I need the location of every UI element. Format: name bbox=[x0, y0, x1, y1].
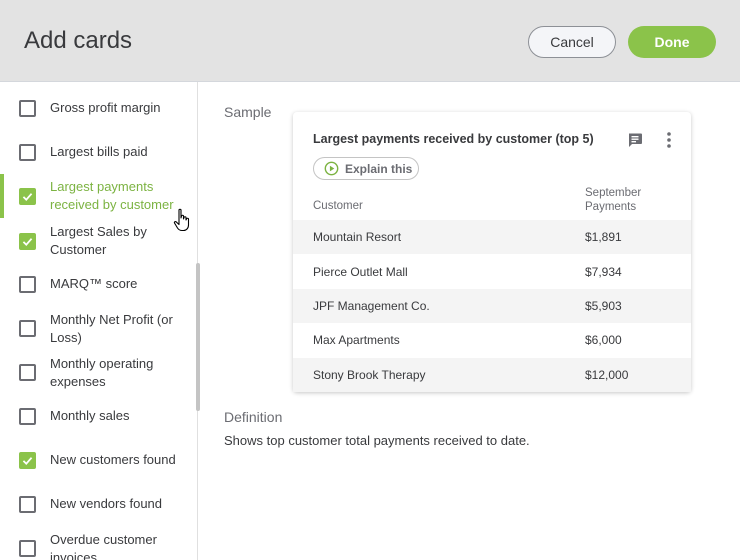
card-option-label: Largest bills paid bbox=[50, 144, 148, 159]
card-option-overdue-customer-invoices[interactable]: Overdue customer invoices bbox=[0, 527, 196, 560]
customer-cell: Pierce Outlet Mall bbox=[313, 265, 408, 279]
checkbox[interactable] bbox=[19, 496, 36, 513]
explain-this-label: Explain this bbox=[345, 161, 413, 176]
play-circle-icon bbox=[324, 161, 339, 176]
column-header-payments: September Payments bbox=[585, 187, 642, 213]
done-button[interactable]: Done bbox=[628, 26, 716, 58]
checkbox[interactable] bbox=[19, 144, 36, 161]
amount-cell: $7,934 bbox=[585, 265, 622, 279]
card-option-label: Monthly operating expenses bbox=[50, 356, 154, 389]
cancel-button[interactable]: Cancel bbox=[528, 26, 616, 58]
checkbox[interactable] bbox=[19, 408, 36, 425]
card-option-label: Largest payments received by customer bbox=[50, 179, 174, 212]
table-row: Stony Brook Therapy $12,000 bbox=[293, 358, 691, 392]
card-option-label: New customers found bbox=[50, 452, 176, 467]
definition-text: Shows top customer total payments receiv… bbox=[224, 433, 530, 448]
table-row: Mountain Resort $1,891 bbox=[293, 220, 691, 254]
card-option-label: Monthly sales bbox=[50, 408, 130, 423]
amount-cell: $1,891 bbox=[585, 230, 622, 244]
table-row: Pierce Outlet Mall $7,934 bbox=[293, 255, 691, 289]
dialog-header: Add cards Cancel Done bbox=[0, 0, 740, 82]
card-option-largest-payments-received[interactable]: Largest payments received by customer bbox=[0, 174, 196, 218]
explain-this-button[interactable]: Explain this bbox=[313, 157, 419, 180]
comment-icon[interactable] bbox=[627, 132, 643, 148]
checkbox[interactable] bbox=[19, 540, 36, 557]
sample-card: Largest payments received by customer (t… bbox=[293, 112, 691, 392]
card-option-largest-bills-paid[interactable]: Largest bills paid bbox=[0, 126, 196, 170]
amount-cell: $6,000 bbox=[585, 333, 622, 347]
customer-cell: Stony Brook Therapy bbox=[313, 368, 426, 382]
card-option-monthly-net-profit[interactable]: Monthly Net Profit (or Loss) bbox=[0, 307, 196, 351]
card-option-new-vendors-found[interactable]: New vendors found bbox=[0, 483, 196, 527]
more-vertical-icon[interactable] bbox=[663, 131, 675, 149]
amount-cell: $12,000 bbox=[585, 368, 629, 382]
definition-heading: Definition bbox=[224, 409, 283, 425]
card-option-monthly-operating-expenses[interactable]: Monthly operating expenses bbox=[0, 351, 196, 395]
dialog-title: Add cards bbox=[24, 27, 133, 54]
checkbox[interactable] bbox=[19, 364, 36, 381]
customer-cell: JPF Management Co. bbox=[313, 299, 430, 313]
checkbox[interactable] bbox=[19, 320, 36, 337]
card-option-largest-sales-by-customer[interactable]: Largest Sales by Customer bbox=[0, 219, 196, 263]
card-list: Gross profit margin Largest bills paid L… bbox=[0, 82, 198, 560]
amount-cell: $5,903 bbox=[585, 299, 622, 313]
column-header-customer: Customer bbox=[313, 200, 363, 212]
check-icon bbox=[22, 238, 33, 247]
sample-heading: Sample bbox=[224, 104, 272, 120]
table-row: JPF Management Co. $5,903 bbox=[293, 289, 691, 323]
card-option-label: Overdue customer invoices bbox=[50, 532, 157, 560]
card-option-marq-score[interactable]: MARQ™ score bbox=[0, 263, 196, 307]
card-option-label: Largest Sales by Customer bbox=[50, 224, 147, 257]
check-icon bbox=[22, 193, 33, 202]
hand-pointer-icon bbox=[173, 208, 190, 232]
customer-cell: Max Apartments bbox=[313, 333, 400, 347]
card-option-monthly-sales[interactable]: Monthly sales bbox=[0, 395, 196, 439]
card-option-label: MARQ™ score bbox=[50, 276, 138, 291]
card-option-label: New vendors found bbox=[50, 496, 163, 511]
check-icon bbox=[22, 457, 33, 466]
card-option-label: Gross profit margin bbox=[50, 100, 161, 115]
sidebar-scrollbar[interactable] bbox=[196, 263, 200, 411]
checkbox[interactable] bbox=[19, 100, 36, 117]
card-title: Largest payments received by customer (t… bbox=[313, 132, 594, 146]
card-option-label: Monthly Net Profit (or Loss) bbox=[50, 312, 173, 345]
customer-cell: Mountain Resort bbox=[313, 230, 402, 244]
checkbox-checked[interactable] bbox=[19, 452, 36, 469]
table-row: Max Apartments $6,000 bbox=[293, 323, 691, 357]
checkbox-checked[interactable] bbox=[19, 188, 36, 205]
checkbox-checked[interactable] bbox=[19, 233, 36, 250]
card-option-new-customers-found[interactable]: New customers found bbox=[0, 439, 196, 483]
checkbox[interactable] bbox=[19, 276, 36, 293]
